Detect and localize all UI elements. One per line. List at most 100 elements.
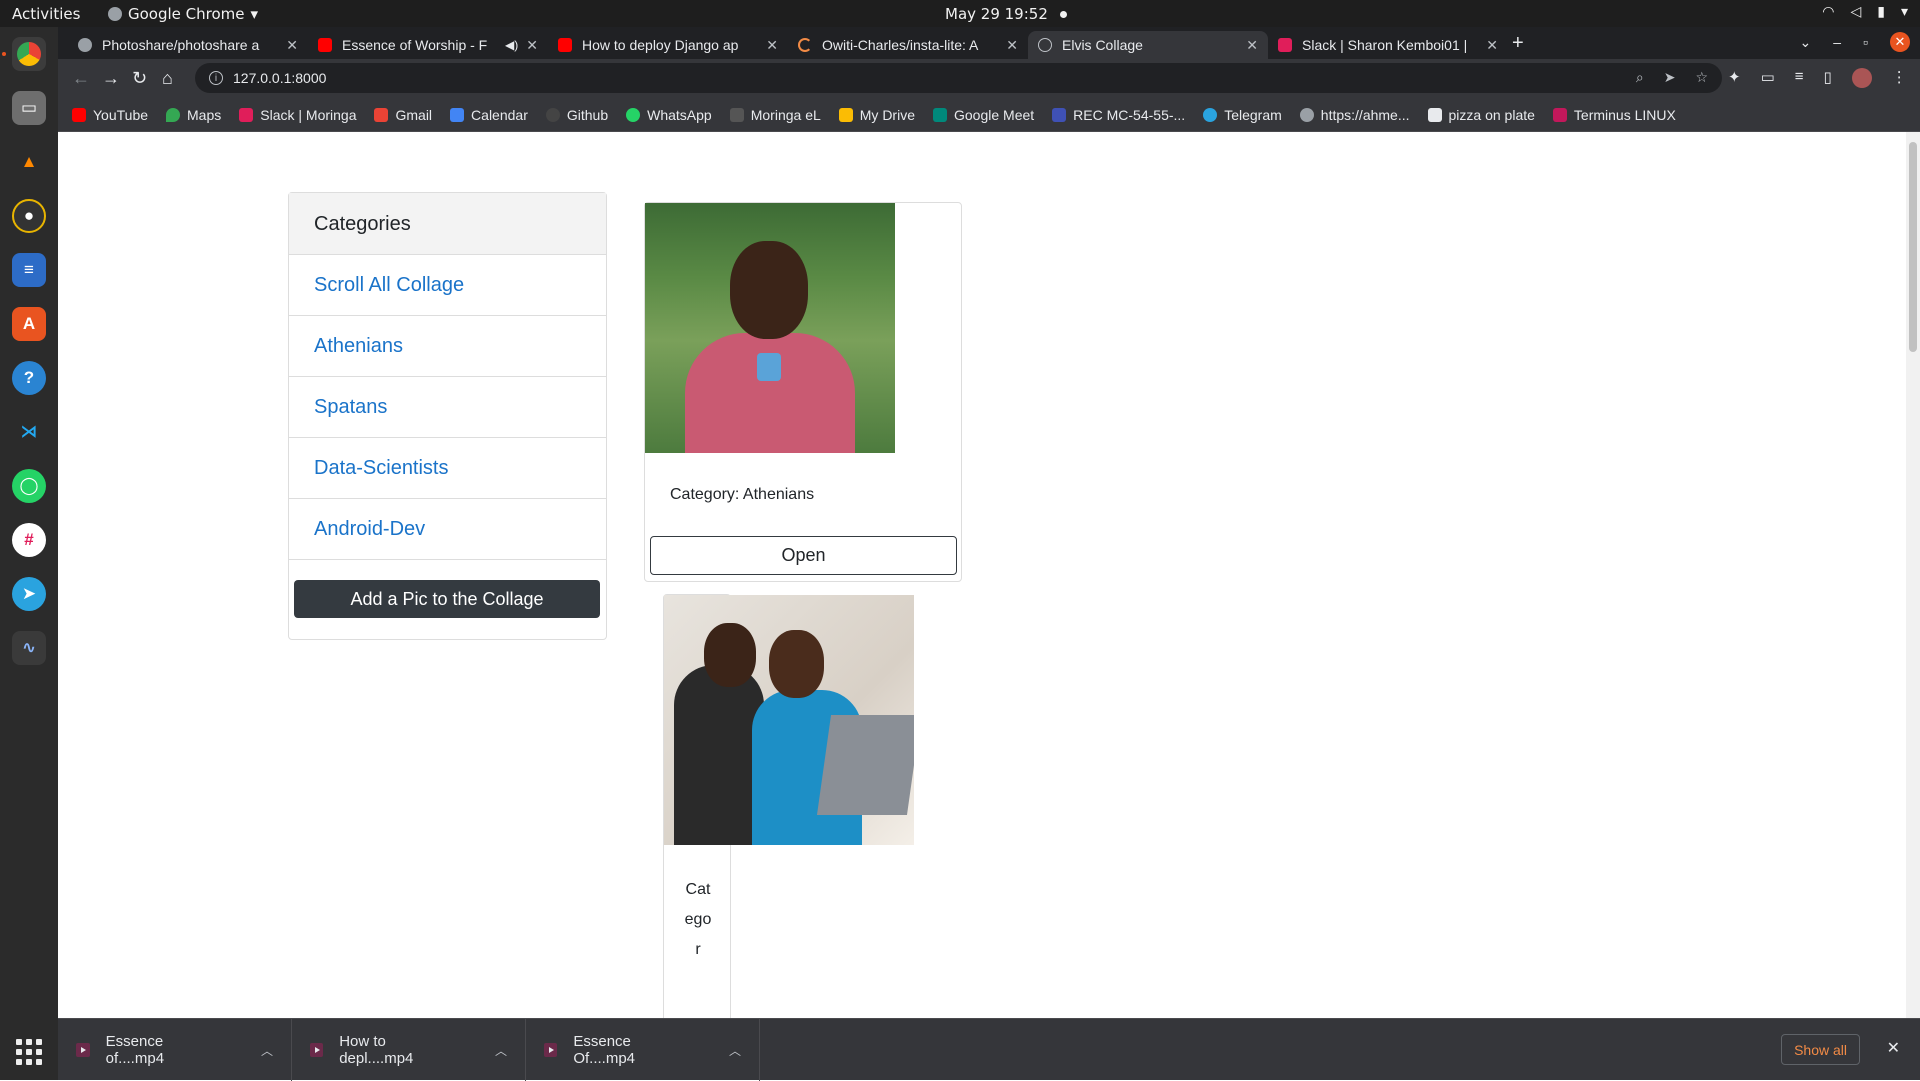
system-tray[interactable]: ◠ ◁ ▮ ▾ xyxy=(1822,4,1908,20)
tab-photoshare[interactable]: Photoshare/photoshare a ✕ xyxy=(68,31,308,59)
category-link-android-dev[interactable]: Android-Dev xyxy=(289,499,606,560)
close-shelf-icon[interactable]: ✕ xyxy=(1887,1038,1900,1058)
bookmark-gmail[interactable]: Gmail xyxy=(374,107,432,123)
download-item[interactable]: How to depl....mp4 ︿ xyxy=(292,1019,526,1081)
rhythmbox-dock-icon[interactable]: ● xyxy=(12,199,46,233)
site-info-icon[interactable]: i xyxy=(209,71,223,85)
bookmark-moringa-el[interactable]: Moringa eL xyxy=(729,107,821,123)
tab-title: Slack | Sharon Kemboi01 | xyxy=(1302,37,1468,53)
bookmark-github[interactable]: Github xyxy=(545,107,608,123)
scrollbar-thumb[interactable] xyxy=(1909,142,1917,352)
category-link-data-scientists[interactable]: Data-Scientists xyxy=(289,438,606,499)
files-dock-icon[interactable]: ▭ xyxy=(12,91,46,125)
terminus-icon xyxy=(1552,108,1567,122)
software-dock-icon[interactable]: A xyxy=(12,307,46,341)
bookmark-pizza[interactable]: pizza on plate xyxy=(1427,107,1535,123)
reload-icon[interactable]: ↻ xyxy=(132,68,147,89)
tab-elvis-collage[interactable]: Elvis Collage ✕ xyxy=(1028,31,1268,59)
minimize-icon[interactable]: – xyxy=(1833,34,1841,50)
pizza-icon xyxy=(1427,108,1442,122)
bookmark-terminus[interactable]: Terminus LINUX xyxy=(1552,107,1676,123)
close-icon[interactable]: ✕ xyxy=(1486,37,1498,54)
system-monitor-dock-icon[interactable]: ∿ xyxy=(12,631,46,665)
show-all-button[interactable]: Show all xyxy=(1781,1034,1860,1065)
activities-button[interactable]: Activities xyxy=(12,5,80,23)
category-link-athenians[interactable]: Athenians xyxy=(289,316,606,377)
send-icon[interactable]: ➤ xyxy=(1664,69,1676,86)
add-pic-button[interactable]: Add a Pic to the Collage xyxy=(294,580,600,618)
zoom-icon[interactable]: ⌕ xyxy=(1636,69,1644,86)
tab-title: How to deploy Django ap xyxy=(582,37,739,53)
media-control-icon[interactable]: ≡ xyxy=(1795,68,1804,88)
vlc-dock-icon[interactable]: ▲ xyxy=(12,145,46,179)
menu-kebab-icon[interactable]: ⋮ xyxy=(1892,68,1907,88)
active-app-indicator xyxy=(2,52,6,56)
tab-insta-lite[interactable]: Owiti-Charles/insta-lite: A ✕ xyxy=(788,31,1028,59)
writer-dock-icon[interactable]: ≡ xyxy=(12,253,46,287)
bookmark-ahme[interactable]: https://ahme... xyxy=(1299,107,1410,123)
system-top-bar: Activities Google Chrome ▾ May 29 19:52 … xyxy=(0,0,1920,27)
tab-essence-of-worship[interactable]: Essence of Worship - F ◀) ✕ xyxy=(308,31,548,59)
tab-search-icon[interactable]: ⌄ xyxy=(1800,34,1812,51)
download-item[interactable]: Essence of....mp4 ︿ xyxy=(58,1019,292,1081)
bookmark-star-icon[interactable]: ☆ xyxy=(1695,69,1708,86)
new-tab-button[interactable]: + xyxy=(1512,32,1524,55)
bookmark-youtube[interactable]: YouTube xyxy=(72,107,148,123)
category-link-spatans[interactable]: Spatans xyxy=(289,377,606,438)
bookmarks-bar: YouTube Maps Slack | Moringa Gmail Calen… xyxy=(58,99,1920,132)
help-dock-icon[interactable]: ? xyxy=(12,361,46,395)
maps-icon xyxy=(166,108,181,122)
chrome-dock-icon[interactable] xyxy=(12,37,46,71)
category-link-scroll-all[interactable]: Scroll All Collage xyxy=(289,255,606,316)
close-icon[interactable]: ✕ xyxy=(1006,37,1018,54)
bookmark-rec[interactable]: REC MC-54-55-... xyxy=(1052,107,1185,123)
moringa-icon xyxy=(729,108,744,122)
photo-card: Category: Athenians Open xyxy=(644,202,962,582)
bookmark-my-drive[interactable]: My Drive xyxy=(838,107,915,123)
bookmark-google-meet[interactable]: Google Meet xyxy=(933,107,1034,123)
show-apps-icon[interactable] xyxy=(16,1039,42,1065)
photo-image[interactable] xyxy=(664,595,914,845)
vscode-dock-icon[interactable]: ⋊ xyxy=(12,415,46,449)
window-close-icon[interactable]: ✕ xyxy=(1890,32,1910,52)
download-item[interactable]: Essence Of....mp4 ︿ xyxy=(526,1019,760,1081)
bookmark-slack-moringa[interactable]: Slack | Moringa xyxy=(239,107,356,123)
side-panel-icon[interactable]: ▯ xyxy=(1824,68,1832,88)
address-bar[interactable]: i 127.0.0.1:8000 ⌕ ➤ ☆ xyxy=(195,63,1722,93)
forward-icon[interactable]: → xyxy=(102,68,120,89)
cast-icon[interactable]: ▭ xyxy=(1761,68,1775,88)
close-icon[interactable]: ✕ xyxy=(1246,37,1258,54)
restore-icon[interactable]: ▫ xyxy=(1863,34,1868,50)
app-menu[interactable]: Google Chrome ▾ xyxy=(108,5,258,23)
bookmark-label: YouTube xyxy=(93,107,149,123)
home-icon[interactable]: ⌂ xyxy=(162,68,173,89)
tab-slack[interactable]: Slack | Sharon Kemboi01 | ✕ xyxy=(1268,31,1508,59)
close-icon[interactable]: ✕ xyxy=(766,37,778,54)
bookmark-whatsapp[interactable]: WhatsApp xyxy=(626,107,712,123)
telegram-dock-icon[interactable]: ➤ xyxy=(12,577,46,611)
close-icon[interactable]: ✕ xyxy=(526,37,538,54)
extensions-icon[interactable]: ✦ xyxy=(1728,68,1741,88)
bookmark-label: pizza on plate xyxy=(1448,107,1535,123)
whatsapp-dock-icon[interactable]: ◯ xyxy=(12,469,46,503)
audio-playing-icon[interactable]: ◀) xyxy=(505,38,518,52)
page-scrollbar[interactable] xyxy=(1906,132,1920,1018)
open-button[interactable]: Open xyxy=(650,536,957,575)
page-content: Categories Scroll All Collage Athenians … xyxy=(58,132,1906,1018)
clock[interactable]: May 29 19:52 xyxy=(945,5,1067,23)
bookmark-calendar[interactable]: Calendar xyxy=(450,107,528,123)
slack-dock-icon[interactable]: # xyxy=(12,523,46,557)
chevron-up-icon[interactable]: ︿ xyxy=(495,1042,507,1059)
wifi-icon: ◠ xyxy=(1822,4,1835,20)
close-icon[interactable]: ✕ xyxy=(286,37,298,54)
whatsapp-icon xyxy=(626,108,641,122)
bookmark-telegram[interactable]: Telegram xyxy=(1203,107,1282,123)
back-icon[interactable]: ← xyxy=(72,68,90,89)
photo-image[interactable] xyxy=(645,203,895,453)
tab-deploy-django[interactable]: How to deploy Django ap ✕ xyxy=(548,31,788,59)
chevron-up-icon[interactable]: ︿ xyxy=(261,1042,273,1059)
profile-avatar[interactable] xyxy=(1851,68,1872,88)
bookmark-maps[interactable]: Maps xyxy=(166,107,221,123)
chevron-up-icon[interactable]: ︿ xyxy=(729,1042,741,1059)
loading-spinner-icon xyxy=(798,38,812,52)
